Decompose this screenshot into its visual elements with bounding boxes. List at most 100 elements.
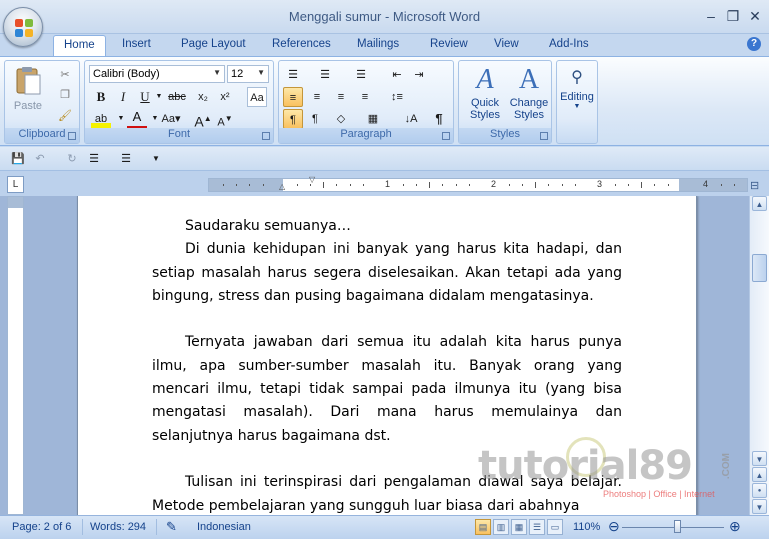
change-styles-button[interactable]: A Change Styles [507,63,551,129]
bullets-icon[interactable]: ☰ [84,149,104,169]
numbering-icon[interactable]: ☰ [315,65,335,85]
view-ruler-icon[interactable]: ⊟ [750,179,759,192]
tab-selector-icon[interactable]: L [7,176,24,193]
decrease-indent-icon[interactable]: ⇤ [387,65,407,85]
cut-icon[interactable]: ✂ [55,65,75,85]
redo-icon[interactable]: ↻ [62,149,82,169]
shrink-font-icon[interactable]: A▼ [215,109,235,129]
document-area: Saudaraku semuanya… Di dunia kehidupan i… [0,196,749,515]
quick-styles-button[interactable]: A Quick Styles [463,63,507,129]
save-icon[interactable]: 💾 [8,149,28,169]
full-screen-reading-view-icon[interactable]: ▥ [493,519,509,535]
styles-launcher-icon[interactable] [540,132,548,140]
close-button[interactable]: ✕ [746,8,764,25]
numbering-icon[interactable]: ☰ [116,149,136,169]
zoom-slider-thumb[interactable] [674,520,681,533]
line-spacing-icon[interactable]: ↕≡ [387,87,407,107]
borders-icon[interactable]: ▦ [363,109,383,129]
ruler-row: L 1 2 3 4 ▽ △ ⊟ [0,171,769,196]
tab-add-ins[interactable]: Add-Ins [549,38,589,50]
print-layout-view-icon[interactable]: ▤ [475,519,491,535]
multilevel-list-icon[interactable]: ☰ [351,65,371,85]
paragraph-launcher-icon[interactable] [442,132,450,140]
bold-icon[interactable]: B [91,87,111,107]
proofing-icon[interactable]: ✎ [166,519,177,535]
tab-mailings[interactable]: Mailings [357,38,399,50]
font-size-combo[interactable]: 12 ▼ [227,65,269,83]
zoom-level[interactable]: 110% [573,521,600,533]
font-launcher-icon[interactable] [262,132,270,140]
office-logo-icon [15,19,33,37]
font-color-icon[interactable]: A [127,109,147,129]
editing-button[interactable]: ⚲ Editing ▼ [558,65,596,125]
clipboard-group: Paste ✂ ❐ 🖌 Clipboard [4,60,80,144]
zoom-out-icon[interactable]: ⊖ [608,518,620,535]
shading-icon[interactable]: ◇ [331,109,351,129]
paragraph-group-label: Paragraph [279,128,453,143]
grow-font-icon[interactable]: A▲ [193,109,213,130]
justify-icon[interactable]: ≡ [355,87,375,107]
zoom-in-icon[interactable]: ⊕ [729,518,741,535]
change-case-icon[interactable]: Aa▾ [161,109,181,129]
ribbon: Paste ✂ ❐ 🖌 Clipboard Calibri (Body) ▼ 1… [0,56,769,146]
document-text[interactable]: Saudaraku semuanya… Di dunia kehidupan i… [152,215,622,515]
scroll-thumb[interactable] [752,254,767,282]
font-name-value: Calibri (Body) [93,68,160,80]
vertical-scrollbar[interactable]: ▲ ▼ ▲ ● ▼ [749,196,769,515]
subscript-icon[interactable]: x₂ [193,87,213,107]
tab-view[interactable]: View [494,38,519,50]
superscript-icon[interactable]: x² [215,87,235,107]
align-left-icon[interactable]: ≡ [283,87,303,107]
window-title: Menggali sumur - Microsoft Word [288,9,481,24]
align-right-icon[interactable]: ≡ [331,87,351,107]
editing-group: ⚲ Editing ▼ [556,60,598,144]
help-icon[interactable]: ? [747,37,761,51]
highlight-icon[interactable]: ab [91,109,111,129]
minimize-button[interactable]: – [702,8,720,24]
undo-icon[interactable]: ↶ [30,149,50,169]
scroll-down-icon[interactable]: ▼ [752,451,767,466]
web-layout-view-icon[interactable]: ▦ [511,519,527,535]
show-hide-icon[interactable]: ¶ [429,109,449,129]
previous-page-icon[interactable]: ▲ [752,467,767,482]
paste-button[interactable]: Paste [11,65,45,121]
italic-icon[interactable]: I [113,87,133,107]
clear-formatting-icon[interactable]: Aa [247,87,267,107]
tab-insert[interactable]: Insert [122,38,151,50]
copy-icon[interactable]: ❐ [55,85,75,105]
font-name-combo[interactable]: Calibri (Body) ▼ [89,65,225,83]
office-button[interactable] [3,7,43,47]
tab-review[interactable]: Review [430,38,468,50]
sort-icon[interactable]: ↓A [401,109,421,129]
customize-toolbar-icon[interactable]: ▼ [146,149,166,169]
horizontal-ruler[interactable]: 1 2 3 4 ▽ △ [208,175,748,192]
maximize-button[interactable]: ❐ [724,8,742,25]
chevron-down-icon[interactable]: ▼ [149,87,169,107]
scroll-up-icon[interactable]: ▲ [752,196,767,211]
word-count[interactable]: Words: 294 [90,521,146,533]
bullets-icon[interactable]: ☰ [283,65,303,85]
align-center-icon[interactable]: ≡ [307,87,327,107]
vertical-ruler[interactable] [7,196,24,515]
strikethrough-icon[interactable]: abc [167,87,187,107]
next-page-icon[interactable]: ▼ [752,499,767,514]
browse-object-icon[interactable]: ● [752,483,767,498]
increase-indent-icon[interactable]: ⇥ [409,65,429,85]
paragraph-group: ☰ ☰ ☰ ⇤ ⇥ ≡ ≡ ≡ ≡ ↕≡ ¶ ¶ ◇ ▦ ↓A ¶ Paragr… [278,60,454,144]
tab-references[interactable]: References [272,38,331,50]
ltr-paragraph-icon[interactable]: ¶ [283,109,303,129]
clipboard-launcher-icon[interactable] [68,132,76,140]
outline-view-icon[interactable]: ☰ [529,519,545,535]
hanging-indent-marker[interactable]: △ [279,182,285,191]
draft-view-icon[interactable]: ▭ [547,519,563,535]
tab-page-layout[interactable]: Page Layout [181,38,246,50]
format-painter-icon[interactable]: 🖌 [55,106,75,126]
tab-home[interactable]: Home [53,35,106,56]
first-line-indent-marker[interactable]: ▽ [309,175,315,184]
language-indicator[interactable]: Indonesian [197,521,251,533]
change-styles-label: Change Styles [509,97,549,121]
document-page[interactable]: Saudaraku semuanya… Di dunia kehidupan i… [77,196,697,515]
page-indicator[interactable]: Page: 2 of 6 [12,521,71,533]
zoom-slider-track[interactable] [622,527,724,528]
rtl-paragraph-icon[interactable]: ¶ [305,109,325,129]
